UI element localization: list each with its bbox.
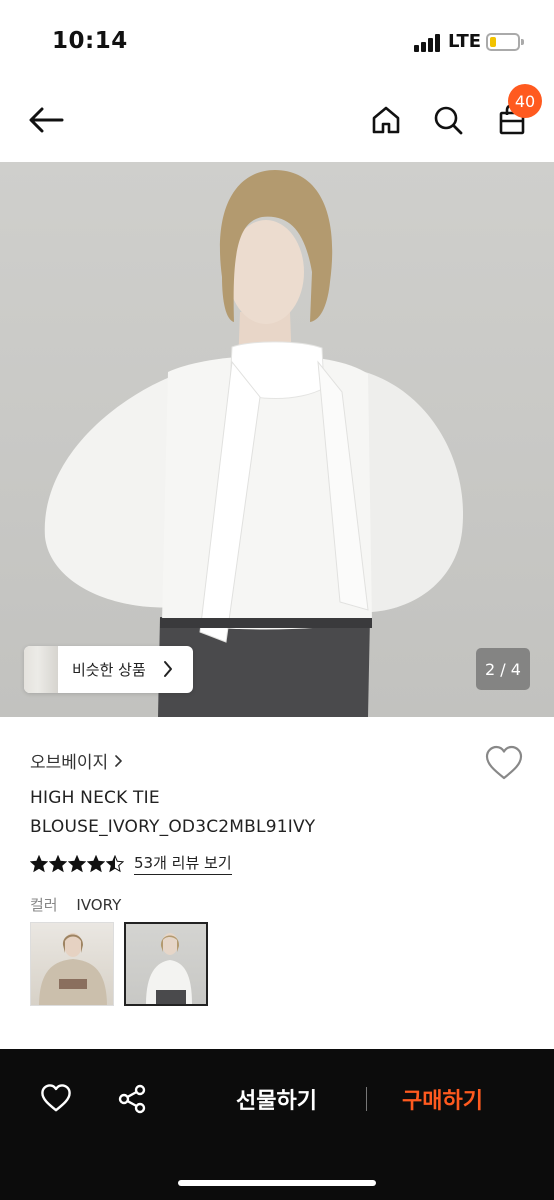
color-label: 컬러 — [30, 896, 58, 914]
color-row: 컬러 IVORY — [30, 894, 121, 915]
thumbnail-photo — [146, 933, 192, 1004]
chevron-right-icon — [164, 661, 172, 677]
divider — [366, 1087, 367, 1111]
heart-icon — [41, 1084, 71, 1112]
similar-products-label: 비슷한 상품 — [72, 661, 146, 679]
star-icon — [87, 854, 105, 872]
bottom-action-bar: 선물하기 구매하기 — [0, 1049, 554, 1200]
status-bar: 10:14 LTE — [0, 0, 554, 80]
star-icon — [68, 854, 86, 872]
arrow-left-icon — [29, 107, 64, 133]
wishlist-button[interactable] — [484, 744, 524, 784]
signal-icon — [414, 34, 442, 52]
color-option-thumbnail-selected[interactable] — [124, 922, 208, 1006]
image-page-indicator: 2 / 4 — [476, 648, 530, 690]
share-icon — [118, 1084, 146, 1114]
star-icon — [106, 854, 124, 872]
cart-count-badge: 40 — [508, 84, 542, 118]
gift-button[interactable]: 선물하기 — [236, 1083, 317, 1115]
search-icon — [434, 106, 463, 135]
brand-link[interactable]: 오브베이지 — [30, 748, 124, 773]
product-image[interactable] — [0, 162, 554, 717]
star-icon — [49, 854, 67, 872]
heart-icon — [485, 745, 523, 780]
home-button[interactable] — [364, 98, 408, 142]
status-time: 10:14 — [52, 28, 128, 54]
rating-row: 53개 리뷰 보기 — [30, 852, 232, 875]
product-title-line: BLOUSE_IVORY_OD3C2MBL91IVY — [30, 817, 316, 837]
thumbnail-photo — [39, 933, 107, 1005]
battery-icon — [486, 33, 524, 51]
color-value: IVORY — [76, 896, 122, 914]
star-icon — [30, 854, 48, 872]
product-title: HIGH NECK TIE BLOUSE_IVORY_OD3C2MBL91IVY — [30, 784, 450, 842]
top-nav — [0, 80, 554, 162]
share-button[interactable] — [114, 1081, 150, 1117]
chevron-right-icon — [115, 754, 123, 767]
color-option-thumbnail[interactable] — [30, 922, 114, 1006]
buy-button[interactable]: 구매하기 — [402, 1083, 483, 1115]
home-icon — [372, 106, 400, 134]
home-indicator[interactable] — [178, 1180, 376, 1186]
like-button[interactable] — [38, 1081, 74, 1117]
brand-name: 오브베이지 — [30, 753, 109, 773]
star-rating — [30, 854, 124, 873]
network-label: LTE — [448, 31, 482, 52]
product-title-line: HIGH NECK TIE — [30, 788, 160, 808]
model-photo — [44, 170, 464, 717]
back-button[interactable] — [24, 98, 68, 142]
similar-product-thumbnail — [24, 646, 58, 693]
review-link[interactable]: 53개 리뷰 보기 — [134, 852, 232, 875]
search-button[interactable] — [426, 98, 470, 142]
